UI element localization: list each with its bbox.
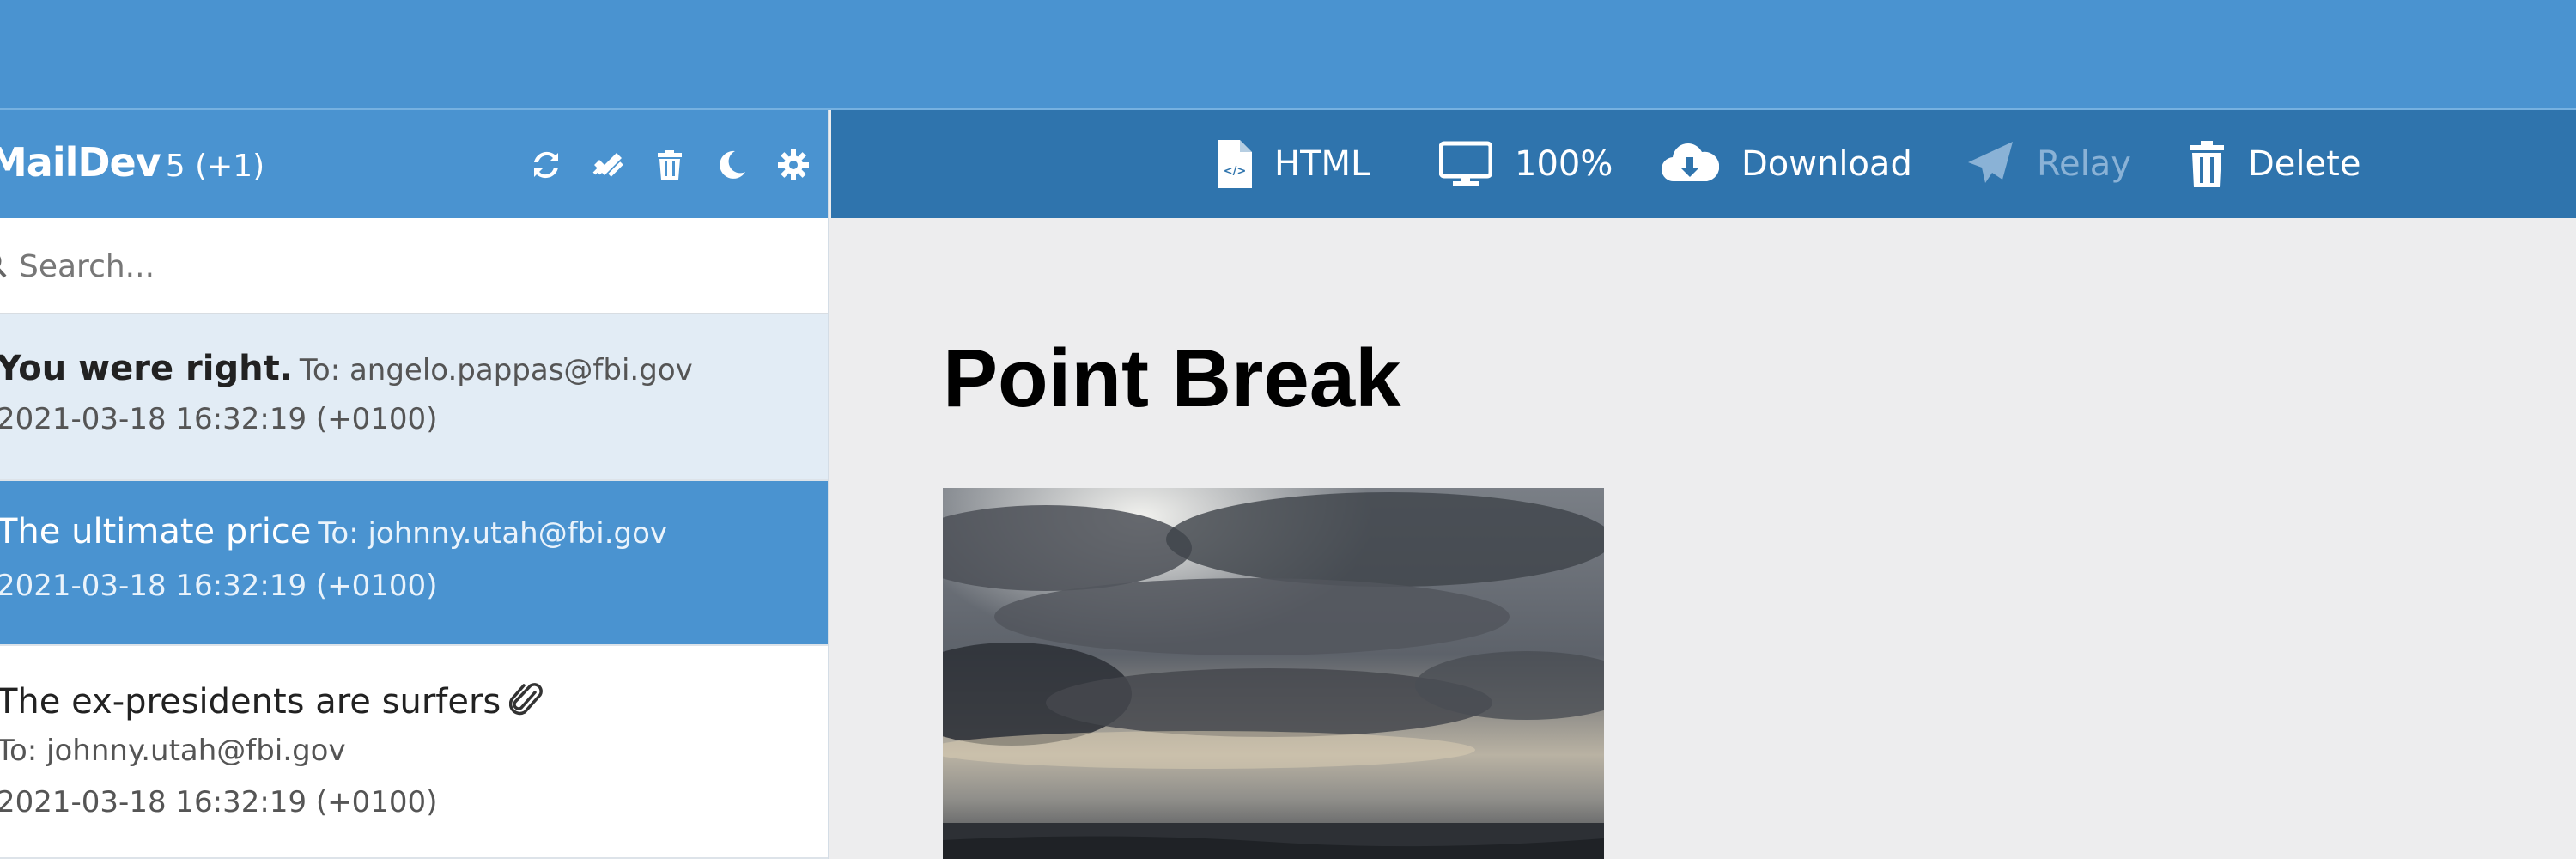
delete-button[interactable]: Delete [2188,136,2360,192]
relay-button[interactable]: Relay [1966,136,2131,192]
mark-all-read-icon[interactable] [577,141,639,189]
monitor-icon [1439,141,1492,186]
zoom-label: 100% [1515,144,1613,184]
search-input[interactable] [19,239,792,294]
code-file-icon: </> [1218,140,1252,188]
download-label: Download [1741,144,1912,184]
message-title: Point Break [943,332,1401,424]
sidebar-header: MailDev 5 (+1) [0,110,828,218]
message-image [891,488,1638,859]
zoom-button[interactable]: 100% [1439,136,1613,192]
moon-icon[interactable] [701,141,762,189]
email-list-item[interactable]: You were right. To: angelo.pappas@fbi.gov… [0,314,828,481]
trash-icon[interactable] [639,141,701,189]
email-subject: The ultimate price [0,512,312,551]
app-name: MailDev [0,139,161,186]
email-recipient: To: angelo.pappas@fbi.gov [299,353,693,387]
email-list-item[interactable]: The ultimate price To: johnny.utah@fbi.go… [0,481,828,646]
trash-icon [2190,141,2224,187]
top-bar [0,0,2576,110]
message-toolbar: </> HTML 100% Download Relay Delete [831,110,2576,218]
email-recipient: To: johnny.utah@fbi.gov [318,516,668,551]
message-content: Point Break [831,218,2576,859]
email-count: 5 (+1) [165,149,265,184]
delete-label: Delete [2248,144,2361,184]
paperclip-icon [509,680,544,718]
svg-text:</>: </> [1224,165,1247,178]
email-list-item[interactable]: The ex-presidents are surfers To: johnny… [0,646,828,859]
email-recipient: To: johnny.utah@fbi.gov [0,734,346,768]
search-icon [0,249,10,283]
email-subject: You were right. [0,349,293,388]
download-button[interactable]: Download [1661,136,1912,192]
email-sidebar: MailDev5 (+1) You were [0,110,829,859]
email-subject: The ex-presidents are surfers [0,682,501,722]
relay-label: Relay [2037,144,2131,184]
search-bar [0,218,828,314]
sidebar-actions [515,141,824,189]
cloud-download-icon [1661,143,1719,182]
html-label: HTML [1274,144,1370,184]
email-date: 2021-03-18 16:32:19 (+0100) [0,402,438,436]
email-date: 2021-03-18 16:32:19 (+0100) [0,569,438,603]
paper-plane-icon [1968,142,2013,183]
gear-icon[interactable] [762,141,824,189]
html-view-button[interactable]: </> HTML [1218,136,1370,192]
app-brand: MailDev 5 (+1) [0,139,264,186]
email-date: 2021-03-18 16:32:19 (+0100) [0,785,438,819]
refresh-icon[interactable] [515,141,577,189]
